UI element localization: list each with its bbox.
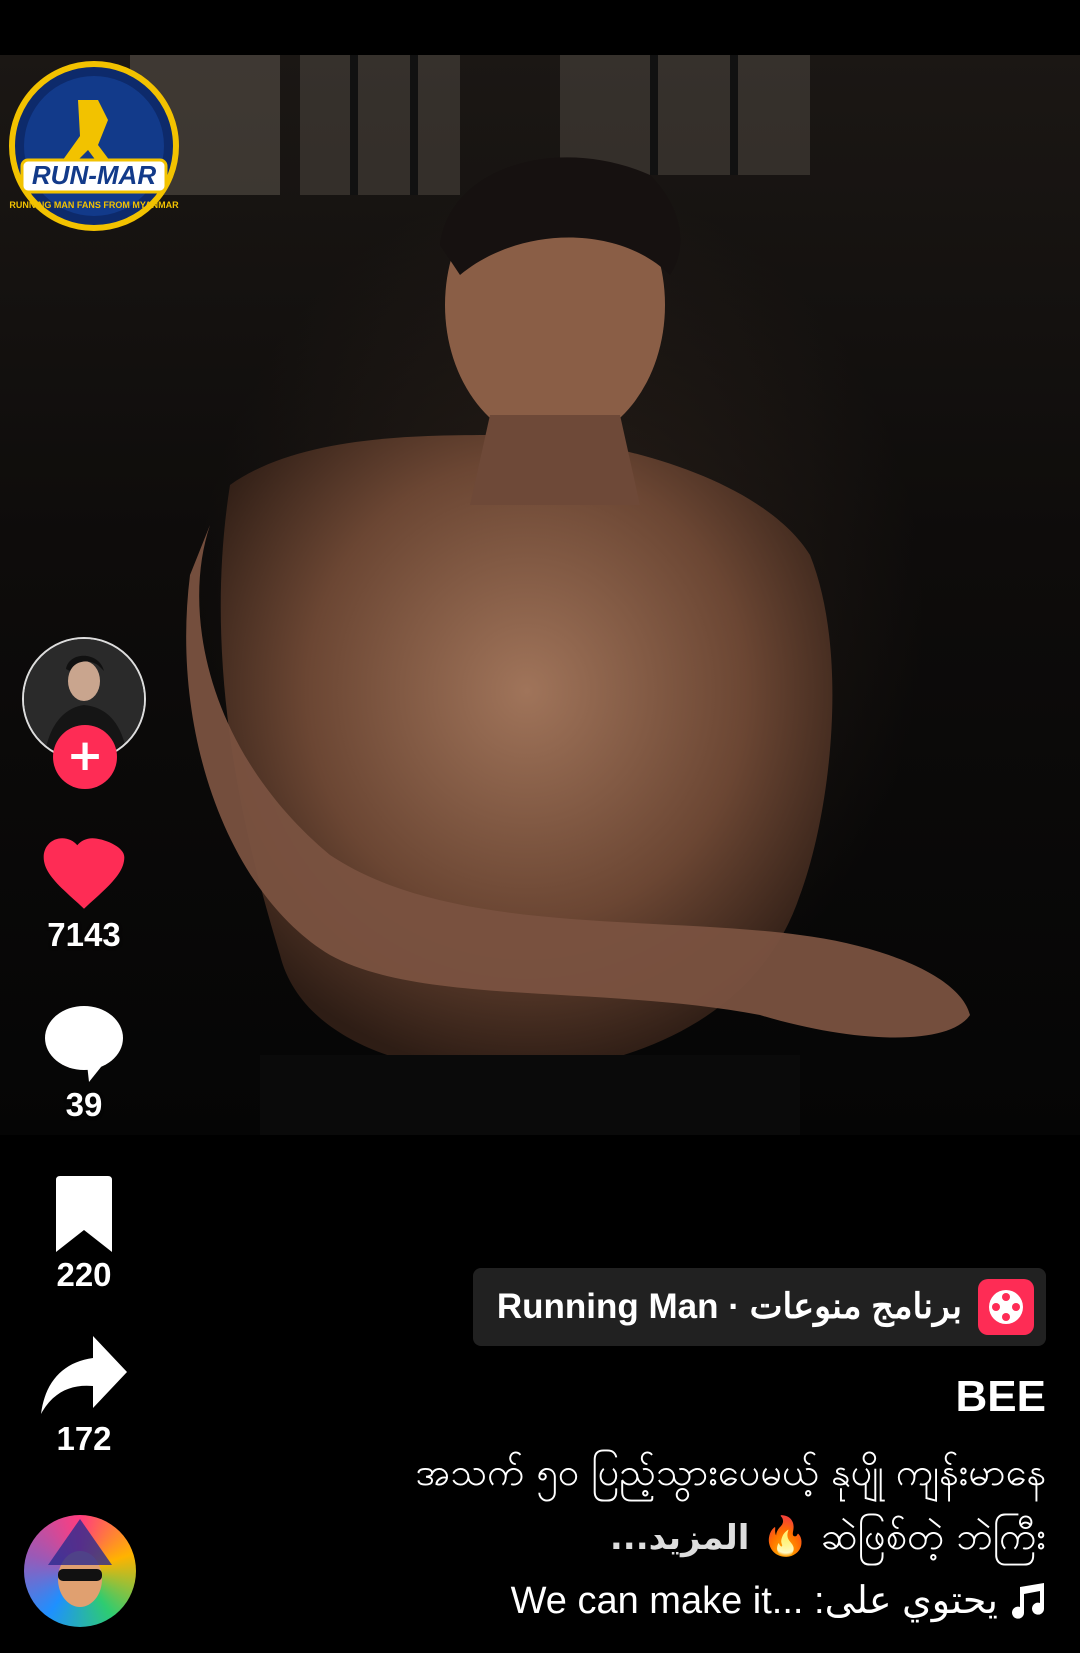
sound-cover-image xyxy=(48,1519,112,1607)
sound-info[interactable]: We can make it... :يحتوي على xyxy=(511,1578,1046,1623)
video-player[interactable]: RUN-MAR RUNNING MAN FANS FROM MYANMAR xyxy=(0,55,1080,1135)
like-count: 7143 xyxy=(47,916,121,953)
bookmark-icon xyxy=(56,1176,112,1252)
caption[interactable]: အသက် ၅၀ ပြည့်သွားပေမယ့် နုပျို ကျန်းမာနေ… xyxy=(226,1440,1047,1570)
comment-button[interactable]: 39 xyxy=(0,1002,168,1124)
save-button[interactable]: 220 xyxy=(0,1176,168,1294)
share-button[interactable]: 172 xyxy=(0,1336,168,1458)
topic-tag[interactable]: Running Man · برنامج منوعات xyxy=(472,1268,1046,1346)
film-reel-icon xyxy=(978,1279,1034,1335)
fire-emoji: 🔥 xyxy=(761,1514,809,1558)
music-note-icon xyxy=(1012,1582,1044,1619)
caption-line-1: အသက် ၅၀ ပြည့်သွားပေမယ့် နုပျို ကျန်းမာနေ xyxy=(415,1450,1047,1494)
sound-label: We can make it... :يحتوي على xyxy=(510,1580,998,1622)
save-count: 220 xyxy=(56,1256,112,1293)
topic-label: Running Man · برنامج منوعات xyxy=(496,1287,962,1326)
channel-watermark-logo: RUN-MAR RUNNING MAN FANS FROM MYANMAR xyxy=(9,61,179,231)
caption-line-2: ...المزيد 🔥 ဆဲဖြစ်တဲ့ ဘဲကြီး xyxy=(226,1504,1046,1570)
share-count: 172 xyxy=(56,1420,112,1457)
more-link[interactable]: ...المزيد xyxy=(610,1518,750,1558)
logo-text: RUN-MAR xyxy=(32,160,156,190)
sound-disc[interactable] xyxy=(24,1515,136,1627)
comment-icon xyxy=(45,1006,123,1082)
share-arrow-icon xyxy=(41,1336,127,1414)
like-button[interactable]: 7143 xyxy=(0,838,168,954)
heart-icon xyxy=(43,838,125,909)
comment-count: 39 xyxy=(65,1086,103,1123)
caption-line-2-text: ဆဲဖြစ်တဲ့ ဘဲကြီး xyxy=(820,1514,1046,1558)
follow-button[interactable]: + xyxy=(53,725,117,789)
logo-subtext: RUNNING MAN FANS FROM MYANMAR xyxy=(9,200,179,210)
author-name[interactable]: BEE xyxy=(956,1372,1046,1422)
